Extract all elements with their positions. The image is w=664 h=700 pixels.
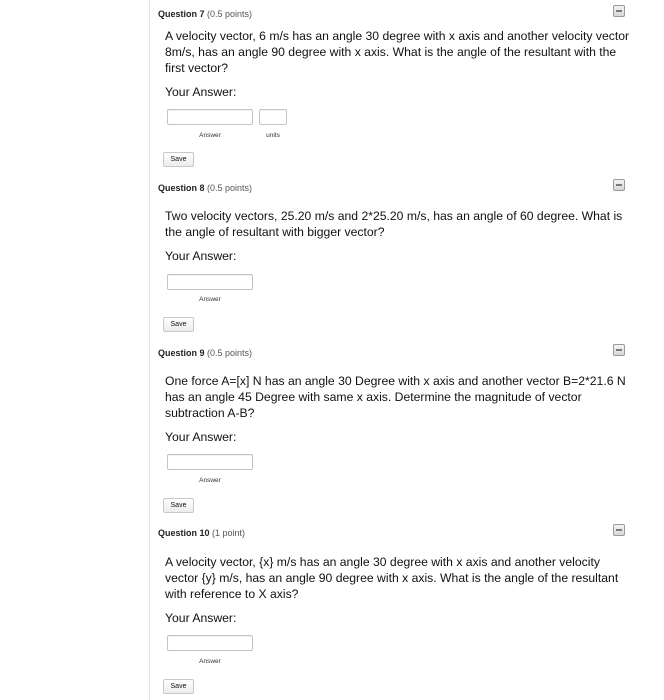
question-text: A velocity vector, 6 m/s has an angle 30… — [165, 29, 630, 75]
save-button[interactable]: Save — [163, 317, 194, 332]
answer-input[interactable] — [167, 454, 253, 470]
question-points: (0.5 points) — [207, 348, 253, 358]
question-text: A velocity vector, {x} m/s has an angle … — [165, 555, 619, 601]
question-points: (0.5 points) — [207, 9, 253, 19]
question-header: Question 9 (0.5 points) — [158, 348, 252, 358]
question-header: Question 10 (1 point) — [158, 528, 245, 538]
units-field-label: units — [266, 132, 280, 139]
question-header: Question 8 (0.5 points) — [158, 183, 252, 193]
answer-input[interactable] — [167, 274, 253, 290]
content-left-border — [149, 0, 150, 700]
question-header: Question 7 (0.5 points) — [158, 9, 252, 19]
collapse-icon[interactable] — [613, 179, 625, 191]
your-answer-label: Your Answer: — [165, 249, 237, 263]
answer-input[interactable] — [167, 109, 253, 125]
collapse-icon[interactable] — [613, 524, 625, 536]
your-answer-label: Your Answer: — [165, 430, 237, 444]
save-button[interactable]: Save — [163, 679, 194, 694]
question-points: (0.5 points) — [207, 183, 253, 193]
collapse-icon[interactable] — [613, 5, 625, 17]
units-input[interactable] — [259, 109, 287, 125]
save-button[interactable]: Save — [163, 498, 194, 513]
question-text: Two velocity vectors, 25.20 m/s and 2*25… — [165, 209, 623, 239]
answer-field-label: Answer — [199, 477, 221, 484]
question-points: (1 point) — [212, 528, 246, 538]
answer-field-label: Answer — [199, 658, 221, 665]
your-answer-label: Your Answer: — [165, 85, 237, 99]
your-answer-label: Your Answer: — [165, 611, 237, 625]
answer-field-label: Answer — [199, 296, 221, 303]
answer-field-label: Answer — [199, 132, 221, 139]
save-button[interactable]: Save — [163, 152, 194, 167]
question-title: Question 10 — [158, 528, 210, 538]
question-title: Question 7 — [158, 9, 205, 19]
collapse-icon[interactable] — [613, 344, 625, 356]
question-title: Question 8 — [158, 183, 205, 193]
answer-input[interactable] — [167, 635, 253, 651]
question-title: Question 9 — [158, 348, 205, 358]
question-text: One force A=[x] N has an angle 30 Degree… — [165, 374, 626, 420]
